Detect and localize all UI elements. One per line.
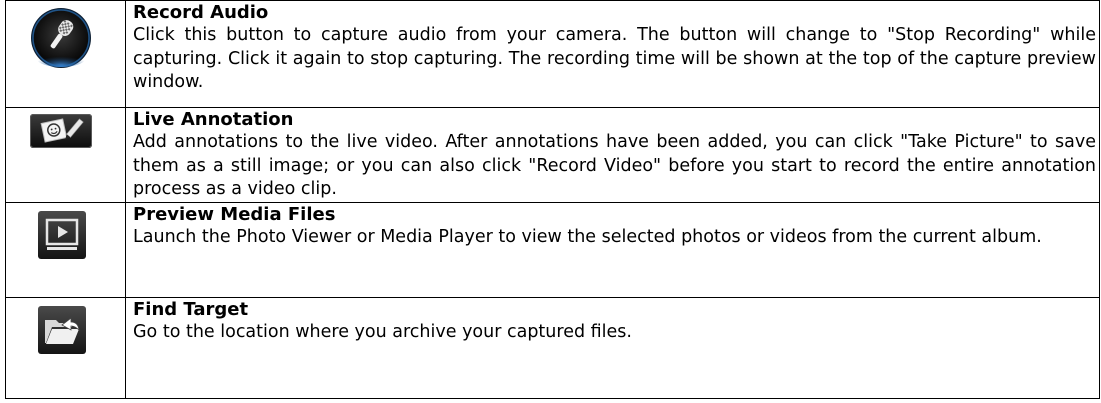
- icon-cell: [5, 107, 126, 203]
- icon-cell: [5, 297, 126, 399]
- annotation-icon: [30, 114, 92, 148]
- play-preview-icon: [38, 211, 86, 259]
- table-row: Find Target Go to the location where you…: [5, 297, 1100, 399]
- description-cell: Live Annotation Add annotations to the l…: [125, 107, 1100, 203]
- icon-cell: [5, 0, 126, 108]
- table-row: Record Audio Click this button to captur…: [5, 0, 1100, 108]
- feature-table: Record Audio Click this button to captur…: [5, 0, 1100, 399]
- feature-description: Launch the Photo Viewer or Media Player …: [133, 227, 1042, 247]
- feature-description: Click this button to capture audio from …: [133, 25, 1096, 92]
- folder-open-icon: [38, 306, 86, 354]
- table-row: Live Annotation Add annotations to the l…: [5, 107, 1100, 203]
- table-row: Preview Media Files Launch the Photo Vie…: [5, 202, 1100, 298]
- description-cell: Preview Media Files Launch the Photo Vie…: [125, 202, 1100, 298]
- feature-title: Find Target: [133, 299, 249, 320]
- icon-cell: [5, 202, 126, 298]
- description-cell: Find Target Go to the location where you…: [125, 297, 1100, 399]
- feature-title: Live Annotation: [133, 109, 294, 130]
- feature-title: Record Audio: [133, 2, 269, 23]
- feature-description: Add annotations to the live video. After…: [133, 132, 1096, 199]
- microphone-icon: [30, 7, 92, 69]
- feature-title: Preview Media Files: [133, 204, 336, 225]
- description-cell: Record Audio Click this button to captur…: [125, 0, 1100, 108]
- feature-description: Go to the location where you archive you…: [133, 322, 632, 342]
